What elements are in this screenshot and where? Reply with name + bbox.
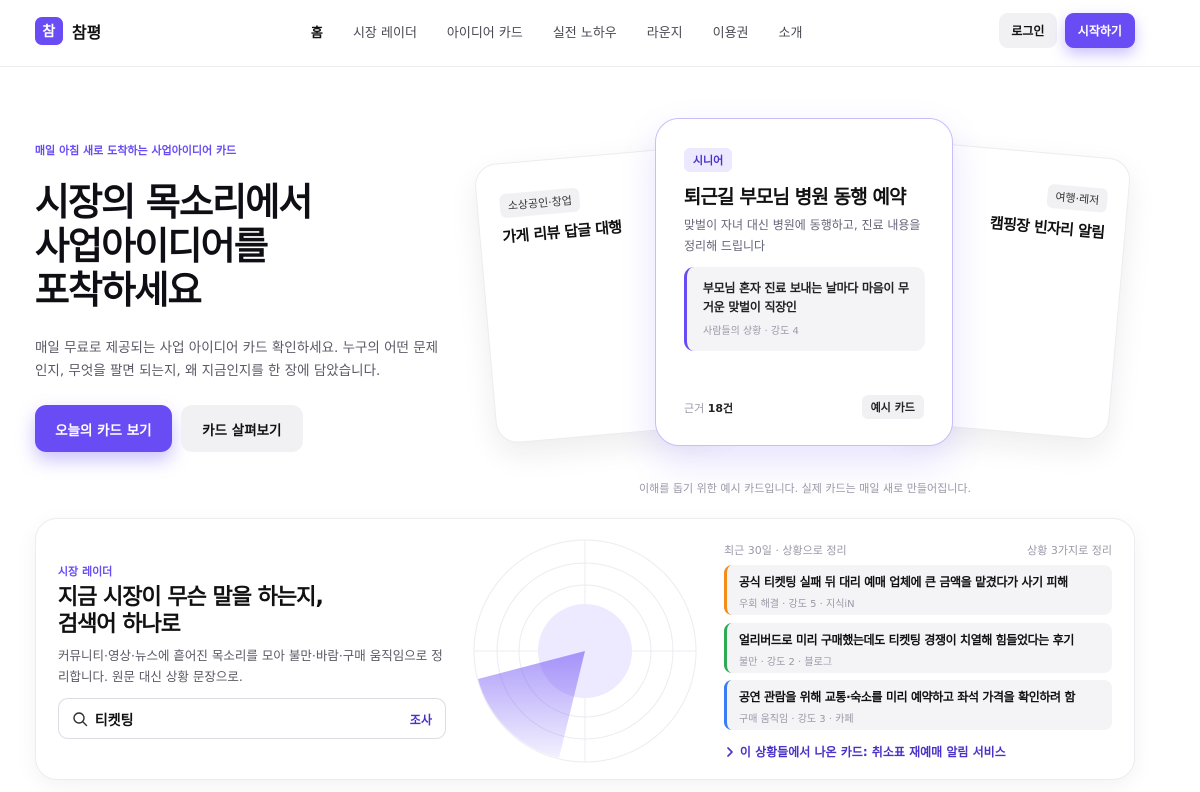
idea-card-main[interactable]: 시니어 퇴근길 부모님 병원 동행 예약 맞벌이 자녀 대신 병원에 동행하고,… (655, 118, 953, 446)
hero-eyebrow: 매일 아침 새로 도착하는 사업아이디어 카드 (35, 144, 237, 157)
headline-line: 시장의 목소리에서 (35, 180, 314, 224)
signal-title: 얼리버드로 미리 구매했는데도 티켓팅 경쟁이 치열해 힘들었다는 후기 (739, 633, 1075, 647)
signal-meta: 불만 · 강도 2 · 블로그 (739, 657, 833, 668)
section-description: 커뮤니티·영상·뉴스에 흩어진 목소리를 모아 불만·바람·구매 움직임으로 정… (58, 648, 443, 684)
nav-item-idea-cards[interactable]: 아이디어 카드 (447, 22, 523, 41)
related-card-link[interactable]: 이 상황들에서 나온 카드: 취소표 재예매 알림 서비스 (726, 743, 1006, 760)
nav-item-lounge[interactable]: 라운지 (647, 22, 683, 41)
related-card-link-text: 이 상황들에서 나온 카드: 취소표 재예매 알림 서비스 (740, 745, 1006, 759)
card-category-chip: 소상공인·창업 (498, 187, 581, 219)
card-title: 가게 리뷰 답글 대행 (501, 217, 623, 247)
card-quote: 부모님 혼자 진료 보내는 날마다 마음이 무거운 맞벌이 직장인 사람들의 상… (684, 267, 925, 351)
search-icon (73, 712, 88, 727)
logo-mark: 참 (35, 17, 63, 45)
search-value: 티켓팅 (95, 713, 134, 729)
logo[interactable]: 참 참평 (35, 17, 101, 45)
logo-text: 참평 (72, 23, 102, 42)
market-radar-section: 시장 레이더 지금 시장이 무슨 말을 하는지, 검색어 하나로 커뮤니티·영상… (35, 518, 1135, 780)
nav-item-market-radar[interactable]: 시장 레이더 (353, 22, 417, 41)
quote-text: 부모님 혼자 진료 보내는 날마다 마음이 무거운 맞벌이 직장인 (703, 281, 909, 314)
signal-item[interactable]: 공연 관람을 위해 교통·숙소를 미리 예약하고 좌석 가격을 확인하려 함 구… (724, 680, 1112, 730)
search-submit-button[interactable]: 조사 (410, 711, 432, 728)
evidence-count: 근거 18건 (684, 400, 733, 416)
section-title-line: 검색어 하나로 (58, 612, 181, 637)
section-title-line: 지금 시장이 무슨 말을 하는지, (58, 585, 324, 610)
nav-item-know-how[interactable]: 실전 노하우 (553, 22, 617, 41)
section-eyebrow: 시장 레이더 (58, 565, 113, 578)
start-button[interactable]: 시작하기 (1065, 13, 1135, 48)
card-title: 퇴근길 부모님 병원 동행 예약 (684, 186, 907, 208)
main-menu: 홈 시장 레이더 아이디어 카드 실전 노하우 라운지 이용권 소개 (311, 22, 832, 41)
headline-line: 포착하세요 (35, 268, 203, 312)
radar-search-input[interactable]: 티켓팅 조사 (58, 698, 446, 739)
signal-item[interactable]: 공식 티켓팅 실패 뒤 대리 예매 업체에 큰 금액을 맡겼다가 사기 피해 우… (724, 565, 1112, 615)
signal-meta: 구매 움직임 · 강도 3 · 카페 (739, 714, 854, 725)
browse-cards-button[interactable]: 카드 살펴보기 (181, 405, 303, 452)
example-badge: 예시 카드 (861, 395, 924, 419)
card-description: 맞벌이 자녀 대신 병원에 동행하고, 진료 내용을 정리해 드립니다 (684, 218, 921, 253)
login-button[interactable]: 로그인 (999, 13, 1057, 48)
nav-item-pricing[interactable]: 이용권 (713, 22, 749, 41)
signals-summary: 상황 3가지로 정리 (1027, 544, 1112, 557)
nav-item-about[interactable]: 소개 (779, 22, 803, 41)
section-title: 지금 시장이 무슨 말을 하는지, 검색어 하나로 (58, 584, 324, 638)
signal-title: 공연 관람을 위해 교통·숙소를 미리 예약하고 좌석 가격을 확인하려 함 (739, 690, 1076, 704)
todays-card-button[interactable]: 오늘의 카드 보기 (35, 405, 172, 452)
card-category-chip: 여행·레저 (1046, 183, 1109, 213)
signals-period: 최근 30일 · 상황으로 정리 (724, 544, 847, 557)
chevron-right-icon (727, 746, 733, 757)
card-category-chip: 시니어 (684, 148, 733, 172)
nav-item-home[interactable]: 홈 (311, 22, 323, 41)
example-note: 이해를 돕기 위한 예시 카드입니다. 실제 카드는 매일 새로 만들어집니다. (639, 482, 971, 495)
evidence-label: 근거 (684, 402, 705, 415)
quote-meta: 사람들의 상황 · 강도 4 (703, 326, 799, 337)
top-nav: 참 참평 홈 시장 레이더 아이디어 카드 실전 노하우 라운지 이용권 소개 … (0, 0, 1200, 67)
hero-subtext: 매일 무료로 제공되는 사업 아이디어 카드 확인하세요. 누구의 어떤 문제인… (35, 340, 439, 379)
signal-meta: 우회 해결 · 강도 5 · 지식iN (739, 599, 855, 610)
signal-item[interactable]: 얼리버드로 미리 구매했는데도 티켓팅 경쟁이 치열해 힘들었다는 후기 불만 … (724, 623, 1112, 673)
card-title: 캠핑장 빈자리 알림 (989, 213, 1106, 242)
radar-sweep (478, 651, 585, 758)
evidence-value: 18건 (707, 402, 734, 415)
radar-graphic (473, 539, 697, 763)
hero-headline: 시장의 목소리에서 사업아이디어를 포착하세요 (35, 180, 455, 312)
headline-line: 사업아이디어를 (35, 224, 269, 268)
signal-title: 공식 티켓팅 실패 뒤 대리 예매 업체에 큰 금액을 맡겼다가 사기 피해 (739, 575, 1068, 589)
